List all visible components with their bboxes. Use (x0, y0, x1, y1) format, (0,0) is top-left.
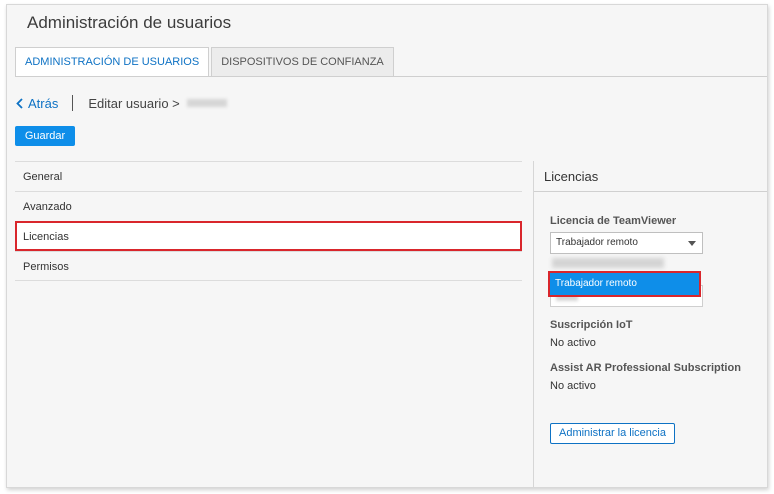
redacted-option[interactable] (552, 258, 664, 268)
licenses-panel: Licencias Licencia de TeamViewer Trabaja… (534, 161, 767, 487)
tab-divider (15, 76, 767, 77)
breadcrumb-separator (72, 95, 74, 111)
back-link[interactable]: Atrás (16, 96, 58, 111)
back-label: Atrás (28, 95, 59, 111)
page-title: Administración de usuarios (27, 13, 232, 32)
menu-item-permissions[interactable]: Permisos (15, 251, 522, 281)
assist-ar-label: Assist AR Professional Subscription (550, 362, 741, 374)
teamviewer-license-select[interactable]: Trabajador remoto (550, 232, 703, 254)
tab-user-management[interactable]: ADMINISTRACIÓN DE USUARIOS (15, 47, 210, 77)
save-button[interactable]: Guardar (15, 126, 75, 146)
licenses-title: Licencias (544, 169, 599, 184)
menu-item-general[interactable]: General (15, 161, 522, 191)
tab-bar: ADMINISTRACIÓN DE USUARIOS DISPOSITIVOS … (15, 47, 396, 77)
licenses-title-divider (534, 191, 767, 192)
breadcrumb-current: Editar usuario > (88, 95, 180, 111)
app-window: Administración de usuarios ADMINISTRACIÓ… (6, 4, 768, 488)
select-value: Trabajador remoto (556, 237, 638, 248)
dropdown-option-remote-worker[interactable]: Trabajador remoto (548, 271, 701, 297)
chevron-left-icon (16, 97, 23, 109)
iot-subscription-value: No activo (550, 337, 596, 349)
tab-trusted-devices[interactable]: DISPOSITIVOS DE CONFIANZA (211, 47, 394, 77)
breadcrumb: Atrás Editar usuario > (16, 95, 227, 111)
menu-item-advanced[interactable]: Avanzado (15, 191, 522, 221)
settings-menu: General Avanzado Licencias Permisos (15, 161, 522, 281)
teamviewer-license-label: Licencia de TeamViewer (550, 215, 677, 227)
menu-item-licenses[interactable]: Licencias (15, 221, 522, 251)
manage-license-button[interactable]: Administrar la licencia (550, 423, 675, 444)
caret-down-icon (688, 241, 696, 246)
assist-ar-value: No activo (550, 380, 596, 392)
redacted-username (186, 99, 227, 107)
iot-subscription-label: Suscripción IoT (550, 319, 633, 331)
